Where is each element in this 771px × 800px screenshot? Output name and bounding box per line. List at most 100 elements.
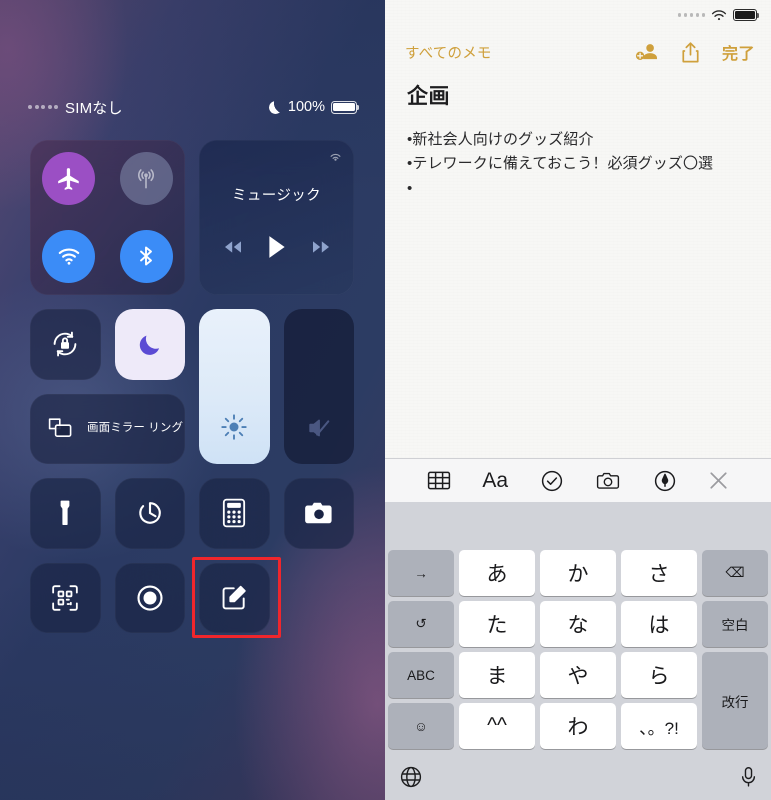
notes-header-actions: 完了 <box>635 40 755 64</box>
battery-full-icon <box>733 9 759 21</box>
connectivity-tile[interactable] <box>30 140 185 295</box>
flashlight-button[interactable] <box>30 478 101 549</box>
kana-ha-key[interactable]: は <box>621 601 697 647</box>
battery-full-icon <box>331 100 360 114</box>
cc-row-3 <box>30 478 355 549</box>
return-key[interactable]: 改行 <box>702 652 768 749</box>
cc-row-2: 画面ミラー リング <box>30 309 355 464</box>
calculator-button[interactable] <box>199 478 270 549</box>
camera-icon[interactable] <box>595 470 621 492</box>
screen-mirroring-button[interactable]: 画面ミラー リング <box>30 393 185 464</box>
keyboard-lower-rows: ABC ま や ら ☺ ^^ わ 、。?! 改行 <box>388 652 768 754</box>
airplane-mode-button[interactable] <box>42 152 96 206</box>
done-button[interactable]: 完了 <box>722 40 755 64</box>
wifi-icon <box>711 9 727 20</box>
record-icon <box>137 585 163 611</box>
punctuation-key[interactable]: 、。?! <box>621 703 697 749</box>
cursor-right-key[interactable]: → <box>388 550 454 596</box>
notes-format-toolbar: Aa <box>385 458 771 502</box>
keyboard-row: ☺ ^^ わ 、。?! <box>388 703 697 749</box>
bluetooth-icon <box>140 246 153 266</box>
camera-button[interactable] <box>283 478 354 549</box>
airplay-icon[interactable] <box>327 149 344 166</box>
screen-mirroring-icon <box>48 418 72 438</box>
battery-percent-label: 100% <box>287 99 325 115</box>
all-notes-back-button[interactable]: すべてのメモ <box>405 42 492 63</box>
kana-a-key[interactable]: あ <box>459 550 535 596</box>
play-icon[interactable] <box>267 235 287 259</box>
qr-code-icon <box>52 584 79 611</box>
timer-button[interactable] <box>114 478 185 549</box>
note-line: • <box>407 179 413 197</box>
control-center-status-bar: SIMなし 100% <box>0 94 385 120</box>
note-title[interactable]: 企画 <box>385 74 771 110</box>
qr-scanner-button[interactable] <box>30 562 101 633</box>
fast-forward-icon[interactable] <box>311 239 331 255</box>
note-empty-area[interactable] <box>385 201 771 458</box>
rotation-lock-button[interactable] <box>30 309 101 380</box>
backspace-key[interactable]: ⌫ <box>702 550 768 596</box>
table-icon[interactable] <box>427 470 451 491</box>
markup-pen-icon[interactable] <box>653 469 677 493</box>
kana-ma-key[interactable]: ま <box>459 652 535 698</box>
bluetooth-button[interactable] <box>119 229 173 283</box>
timer-icon <box>138 502 161 525</box>
control-center-grid: ミュージック 画面ミラー リング <box>30 140 355 633</box>
note-body[interactable]: •新社会人向けのグッズ紹介 •テレワークに備えておこう！必須グッズ〇選 • <box>385 110 771 201</box>
flashlight-icon <box>60 500 70 526</box>
kana-ya-key[interactable]: や <box>540 652 616 698</box>
notes-header: すべてのメモ 完了 <box>385 30 771 74</box>
kana-ta-key[interactable]: た <box>459 601 535 647</box>
notes-button[interactable] <box>199 562 270 633</box>
toggle-stack: 画面ミラー リング <box>30 309 185 464</box>
kana-ka-key[interactable]: か <box>540 550 616 596</box>
wifi-button[interactable] <box>42 229 96 283</box>
emoji-key[interactable]: ☺ <box>388 703 454 749</box>
toggle-pair <box>30 309 185 380</box>
status-right-group: 100% <box>269 99 360 115</box>
compose-note-icon <box>222 585 246 610</box>
close-icon[interactable] <box>708 470 729 491</box>
space-key[interactable]: 空白 <box>702 601 768 647</box>
globe-icon[interactable] <box>399 765 423 789</box>
moon-icon <box>140 335 160 355</box>
note-line: •テレワークに備えておこう！必須グッズ〇選 <box>407 155 714 173</box>
signal-dots-icon <box>677 13 705 17</box>
kana-na-key[interactable]: な <box>540 601 616 647</box>
cc-row-1: ミュージック <box>30 140 355 295</box>
cellular-antenna-icon <box>138 168 155 189</box>
undo-key[interactable]: ↺ <box>388 601 454 647</box>
caret-key[interactable]: ^^ <box>459 703 535 749</box>
kana-ra-key[interactable]: ら <box>621 652 697 698</box>
microphone-icon[interactable] <box>740 765 757 789</box>
checklist-icon[interactable] <box>540 469 564 493</box>
control-center-panel: SIMなし 100% ミュージック 画面ミラー リング <box>0 0 385 800</box>
keyboard-row: ↺ た な は 空白 <box>388 601 768 647</box>
camera-icon <box>304 503 332 524</box>
kana-sa-key[interactable]: さ <box>621 550 697 596</box>
screen-recording-button[interactable] <box>114 562 185 633</box>
brightness-icon <box>221 414 247 440</box>
carrier-label: SIMなし <box>65 99 123 117</box>
signal-dots-icon <box>28 105 58 109</box>
music-controls <box>223 235 331 259</box>
volume-mute-icon <box>309 419 330 437</box>
do-not-disturb-button[interactable] <box>114 309 185 380</box>
share-icon[interactable] <box>681 41 700 64</box>
music-app-label: ミュージック <box>231 188 322 204</box>
keyboard-bottom-bar <box>385 754 771 800</box>
music-tile[interactable]: ミュージック <box>199 140 354 295</box>
format-aa-icon[interactable]: Aa <box>482 469 508 493</box>
screen-mirroring-label: 画面ミラー リング <box>87 422 184 435</box>
abc-key[interactable]: ABC <box>388 652 454 698</box>
kana-wa-key[interactable]: わ <box>540 703 616 749</box>
brightness-slider[interactable] <box>199 309 270 464</box>
keyboard-row: → あ か さ ⌫ <box>388 550 768 596</box>
ime-candidate-bar[interactable] <box>385 502 771 546</box>
volume-slider[interactable] <box>283 309 354 464</box>
airplane-icon <box>57 167 79 190</box>
cellular-data-button[interactable] <box>119 152 173 206</box>
notes-app-panel: すべてのメモ 完了 企画 •新社会人向けのグッズ紹介 •テレワークに備えておこう… <box>385 0 771 800</box>
rewind-icon[interactable] <box>223 239 243 255</box>
add-person-icon[interactable] <box>635 42 659 62</box>
